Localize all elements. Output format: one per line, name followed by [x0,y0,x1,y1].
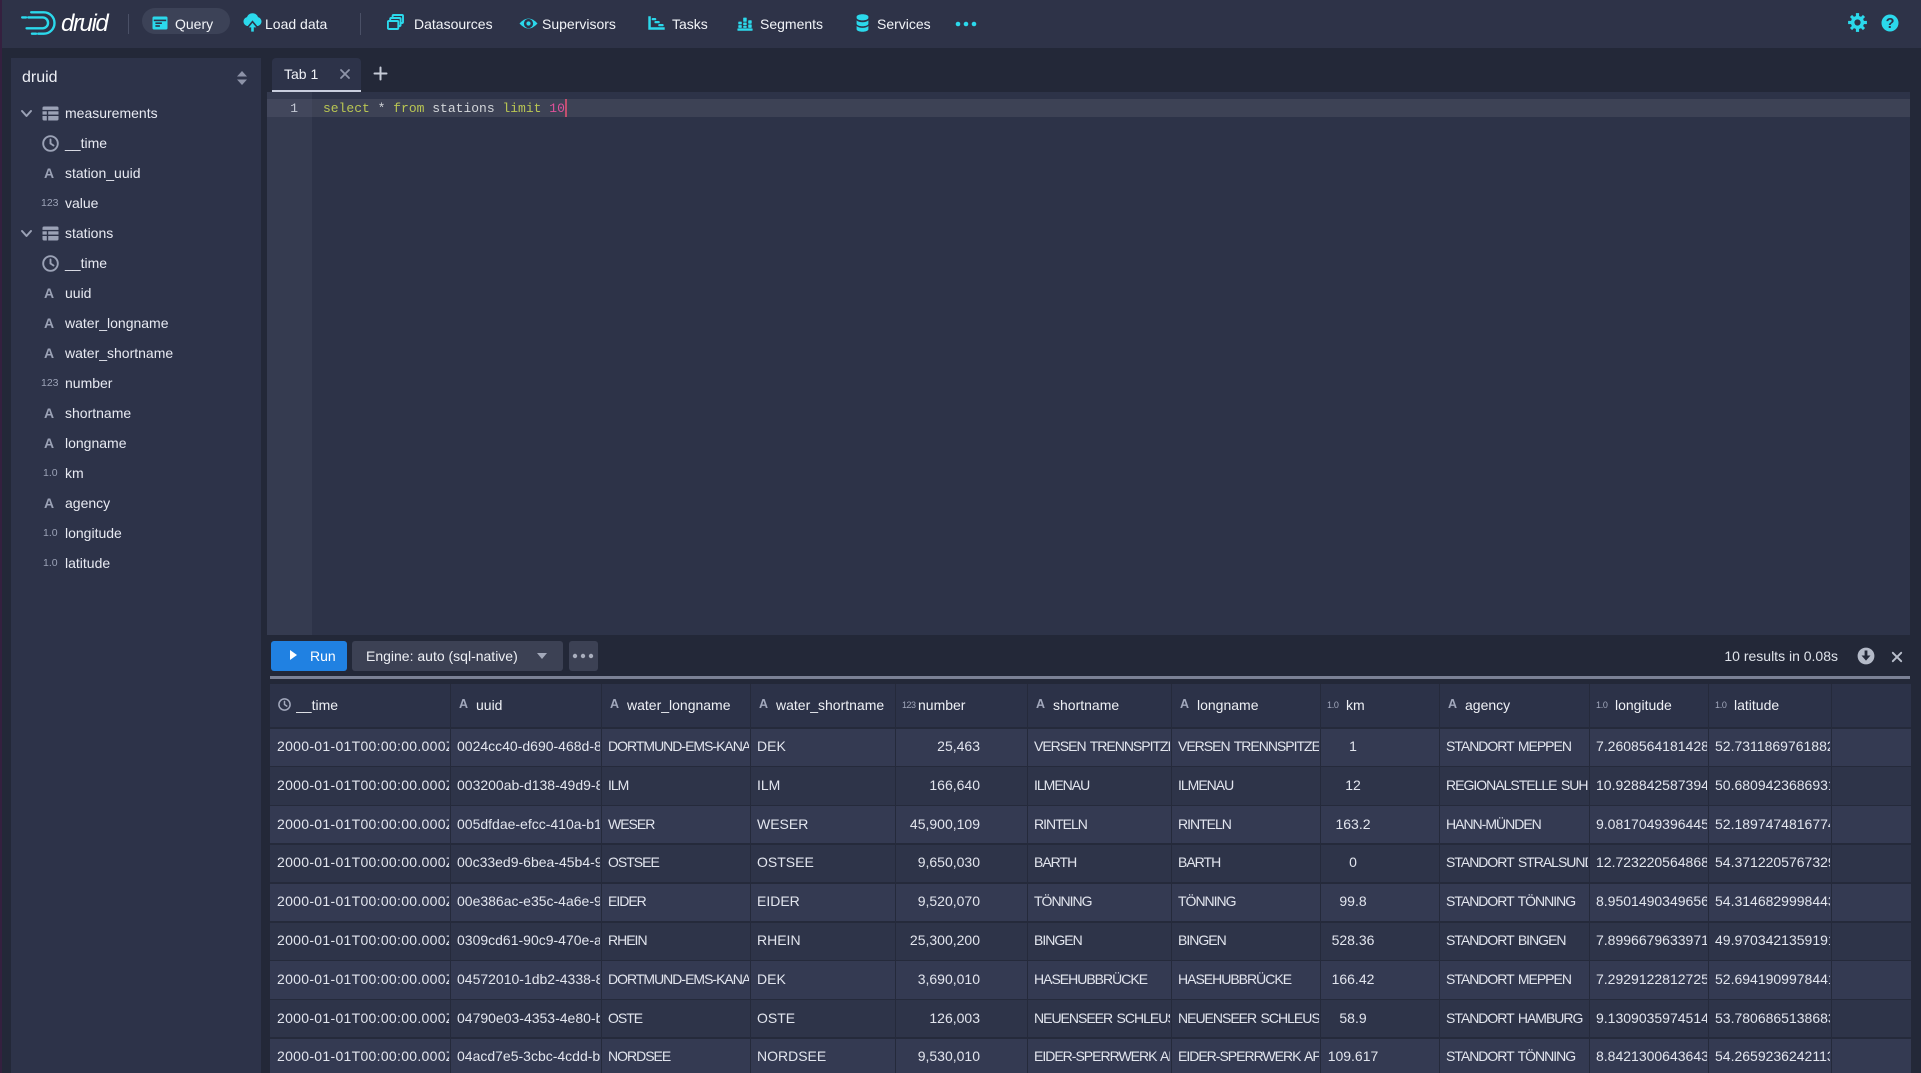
svg-text:?: ? [1886,16,1895,32]
